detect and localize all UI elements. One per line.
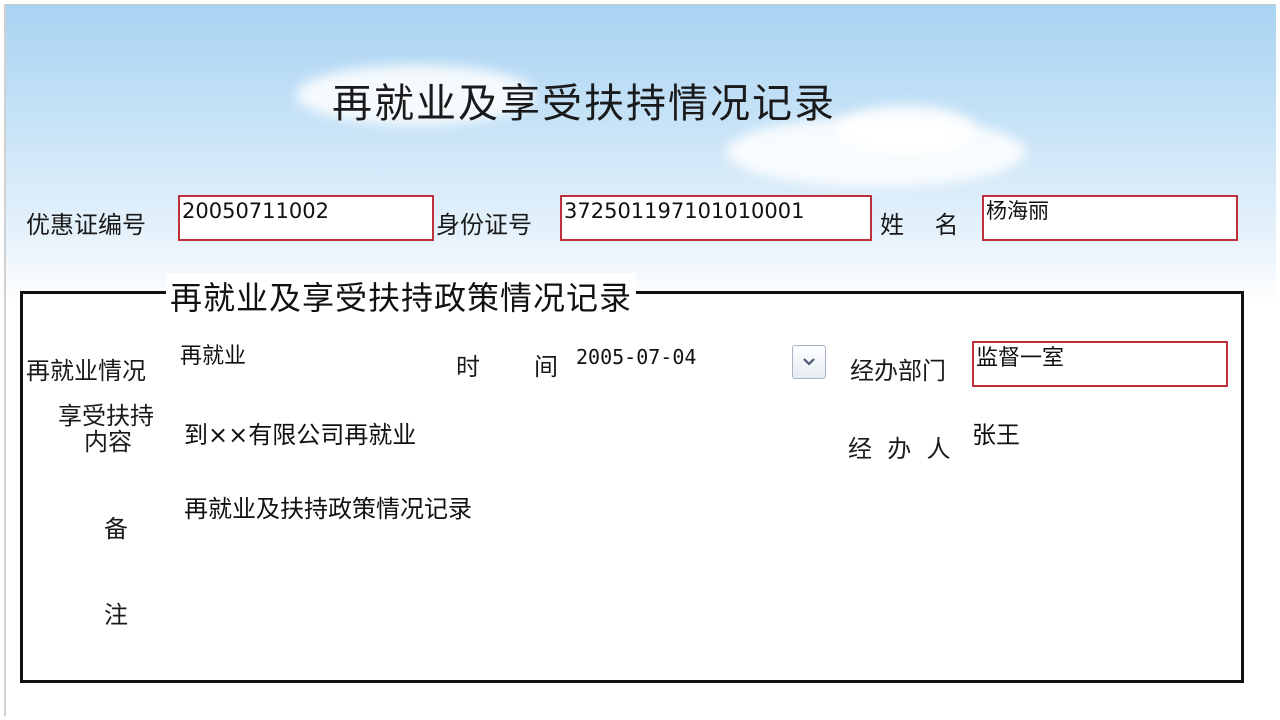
- date-picker-field[interactable]: 2005-07-04: [576, 341, 792, 379]
- certificate-number-label: 优惠证编号: [26, 211, 146, 239]
- certificate-number-field[interactable]: 20050711002: [178, 195, 434, 241]
- id-number-field[interactable]: 372501197101010001: [560, 195, 872, 241]
- time-label-char-1: 时: [456, 353, 480, 381]
- handling-department-label: 经办部门: [850, 357, 946, 385]
- name-label: 姓 名: [880, 211, 959, 239]
- cloud-decoration: [836, 105, 976, 155]
- groupbox-legend: 再就业及享受扶持政策情况记录: [166, 273, 637, 319]
- name-field[interactable]: 杨海丽: [982, 195, 1238, 241]
- remarks-field[interactable]: 再就业及扶持政策情况记录: [184, 489, 472, 524]
- chevron-down-icon: [803, 358, 815, 366]
- reemployment-status-field[interactable]: 再就业: [180, 341, 434, 379]
- id-number-label: 身份证号: [436, 211, 532, 239]
- time-label-char-2: 间: [534, 353, 558, 381]
- support-content-label-line1: 享受扶持: [58, 402, 154, 430]
- remarks-label-char-1: 备: [104, 515, 128, 543]
- support-content-label-line2: 内容: [84, 428, 132, 456]
- date-dropdown-button[interactable]: [792, 345, 826, 379]
- support-content-field[interactable]: 到××有限公司再就业: [184, 415, 416, 450]
- handler-field[interactable]: 张王: [972, 415, 1020, 450]
- reemployment-status-label: 再就业情况: [26, 357, 146, 385]
- handling-department-field[interactable]: 监督一室: [972, 341, 1228, 387]
- handler-label: 经 办 人: [848, 435, 951, 463]
- form-window: 再就业及享受扶持情况记录 优惠证编号 20050711002 身份证号 3725…: [4, 4, 1276, 716]
- page-title: 再就业及享受扶持情况记录: [332, 81, 836, 127]
- remarks-label-char-2: 注: [104, 601, 128, 629]
